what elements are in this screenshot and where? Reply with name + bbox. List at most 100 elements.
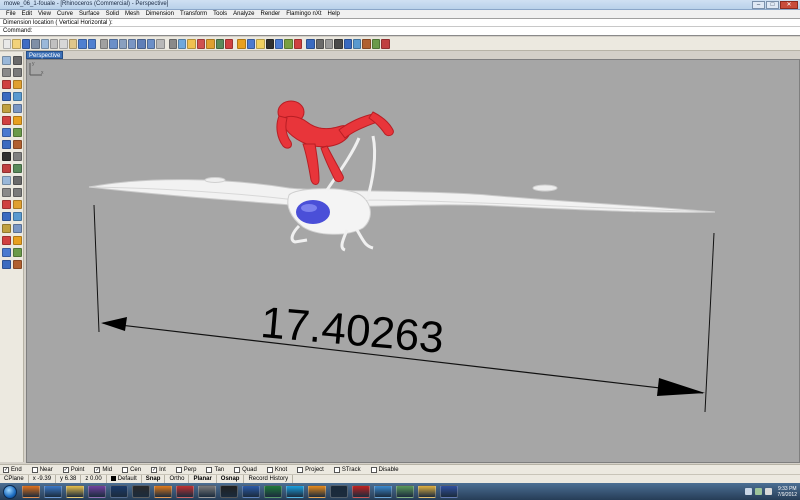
new-icon[interactable] bbox=[3, 38, 12, 49]
save-icon[interactable] bbox=[21, 38, 31, 49]
osnap-checkbox[interactable] bbox=[122, 466, 129, 473]
boolean-tool-icon[interactable] bbox=[2, 140, 11, 149]
menu-surface[interactable]: Surface bbox=[76, 10, 103, 18]
command-input[interactable] bbox=[30, 28, 790, 35]
taskbar-word-icon[interactable] bbox=[242, 485, 260, 498]
open-icon[interactable] bbox=[12, 38, 21, 49]
show-icon[interactable] bbox=[196, 38, 206, 49]
polyline-tool-icon[interactable] bbox=[13, 68, 22, 77]
menu-transform[interactable]: Transform bbox=[177, 10, 210, 18]
taskbar-chrome-icon[interactable] bbox=[418, 485, 436, 498]
scale-tool-icon[interactable] bbox=[13, 164, 22, 173]
taskbar-explorer-icon[interactable] bbox=[44, 485, 62, 498]
osnap-quad[interactable]: Quad bbox=[234, 466, 257, 473]
menu-file[interactable]: File bbox=[3, 10, 19, 18]
flamingo-icon[interactable] bbox=[381, 38, 390, 49]
copy-icon[interactable] bbox=[59, 38, 68, 49]
surface-icon[interactable] bbox=[353, 38, 362, 49]
select-icon[interactable] bbox=[168, 38, 178, 49]
tray-flag-icon[interactable] bbox=[744, 488, 752, 495]
group-tool-icon[interactable] bbox=[13, 236, 22, 245]
undo-icon[interactable] bbox=[78, 38, 87, 49]
lock-tool-icon[interactable] bbox=[13, 260, 22, 269]
perspective-viewport[interactable]: 17.40263 x y bbox=[26, 59, 800, 463]
snap-toggle[interactable]: Snap bbox=[142, 475, 166, 483]
menu-flamingo-nxt[interactable]: Flamingo nXt bbox=[283, 10, 324, 18]
mirror-tool-icon[interactable] bbox=[2, 176, 11, 185]
taskbar-mail-icon[interactable] bbox=[374, 485, 392, 498]
menu-dimension[interactable]: Dimension bbox=[143, 10, 177, 18]
arc-tool-icon[interactable] bbox=[13, 80, 22, 89]
print-icon[interactable] bbox=[31, 38, 40, 49]
menu-view[interactable]: View bbox=[35, 10, 54, 18]
hide-icon[interactable] bbox=[187, 38, 196, 49]
viewport-tab-perspective[interactable]: Perspective bbox=[26, 51, 63, 59]
point-icon[interactable] bbox=[334, 38, 343, 49]
taskbar-skype-icon[interactable] bbox=[286, 485, 304, 498]
planar-toggle[interactable]: Planar bbox=[189, 475, 217, 483]
osnap-checkbox[interactable] bbox=[234, 466, 241, 473]
circle-tool-icon[interactable] bbox=[2, 80, 11, 89]
osnap-checkbox[interactable] bbox=[31, 466, 38, 473]
mesh-tool-icon[interactable] bbox=[13, 140, 22, 149]
menu-analyze[interactable]: Analyze bbox=[230, 10, 257, 18]
sphere-tool-icon[interactable] bbox=[13, 128, 22, 137]
dimension-icon[interactable] bbox=[274, 38, 284, 49]
osnap-near[interactable]: Near bbox=[31, 466, 53, 473]
paste-icon[interactable] bbox=[68, 38, 78, 49]
taskbar-vlc-icon[interactable] bbox=[308, 485, 326, 498]
undo-view-icon[interactable] bbox=[156, 38, 165, 49]
osnap-point[interactable]: ✓ Point bbox=[62, 466, 84, 473]
menu-curve[interactable]: Curve bbox=[54, 10, 76, 18]
taskbar-blender-icon[interactable] bbox=[154, 485, 172, 498]
menu-render[interactable]: Render bbox=[258, 10, 284, 18]
curve-icon[interactable] bbox=[343, 38, 353, 49]
surface-tool-icon[interactable] bbox=[2, 116, 11, 125]
join-tool-icon[interactable] bbox=[2, 188, 11, 197]
close-button[interactable]: ✕ bbox=[780, 1, 798, 9]
pan-icon[interactable] bbox=[99, 38, 109, 49]
text-tool-icon[interactable] bbox=[2, 212, 11, 221]
properties-tool-icon[interactable] bbox=[13, 248, 22, 257]
taskbar-zbrush-icon[interactable] bbox=[220, 485, 238, 498]
osnap-checkbox[interactable]: ✓ bbox=[151, 466, 158, 473]
curve-tool-icon[interactable] bbox=[2, 104, 11, 113]
hide-tool-icon[interactable] bbox=[2, 260, 11, 269]
grid-icon[interactable] bbox=[284, 38, 293, 49]
properties-icon[interactable] bbox=[224, 38, 234, 49]
osnap-tan[interactable]: Tan bbox=[206, 466, 224, 473]
menu-tools[interactable]: Tools bbox=[210, 10, 230, 18]
menu-solid[interactable]: Solid bbox=[103, 10, 122, 18]
array-tool-icon[interactable] bbox=[13, 176, 22, 185]
osnap-checkbox[interactable] bbox=[175, 466, 182, 473]
mesh-icon[interactable] bbox=[324, 38, 334, 49]
rotate-view-icon[interactable] bbox=[109, 38, 118, 49]
box-tool-icon[interactable] bbox=[2, 128, 11, 137]
analyze-icon[interactable] bbox=[371, 38, 381, 49]
maximize-button[interactable]: □ bbox=[766, 1, 779, 9]
split-tool-icon[interactable] bbox=[13, 200, 22, 209]
osnap-checkbox[interactable]: ✓ bbox=[94, 466, 101, 473]
osnap-perp[interactable]: Perp bbox=[175, 466, 196, 473]
minimize-button[interactable]: – bbox=[752, 1, 765, 9]
osnap-checkbox[interactable] bbox=[206, 466, 213, 473]
osnap-checkbox[interactable] bbox=[297, 466, 304, 473]
snap-icon[interactable] bbox=[293, 38, 303, 49]
taskbar-media-player-icon[interactable] bbox=[88, 485, 106, 498]
osnap-mid[interactable]: ✓ Mid bbox=[94, 466, 112, 473]
tray-volume-icon[interactable] bbox=[764, 488, 772, 495]
fillet-tool-icon[interactable] bbox=[13, 104, 22, 113]
cplane-tool-icon[interactable] bbox=[2, 236, 11, 245]
osnap-checkbox[interactable] bbox=[333, 466, 340, 473]
osnap-cen[interactable]: Cen bbox=[122, 466, 141, 473]
analyze-tool-icon[interactable] bbox=[2, 224, 11, 233]
osnap-project[interactable]: Project bbox=[297, 466, 324, 473]
copy-tool-icon[interactable] bbox=[13, 152, 22, 161]
taskbar-illustrator-icon[interactable] bbox=[132, 485, 150, 498]
menu-edit[interactable]: Edit bbox=[19, 10, 35, 18]
osnap-checkbox[interactable]: ✓ bbox=[3, 466, 9, 473]
osnap-int[interactable]: ✓ Int bbox=[151, 466, 166, 473]
zoom-extents-icon[interactable] bbox=[137, 38, 146, 49]
taskbar-rhino-icon[interactable] bbox=[198, 485, 216, 498]
taskbar-screen-icon[interactable] bbox=[440, 485, 458, 498]
